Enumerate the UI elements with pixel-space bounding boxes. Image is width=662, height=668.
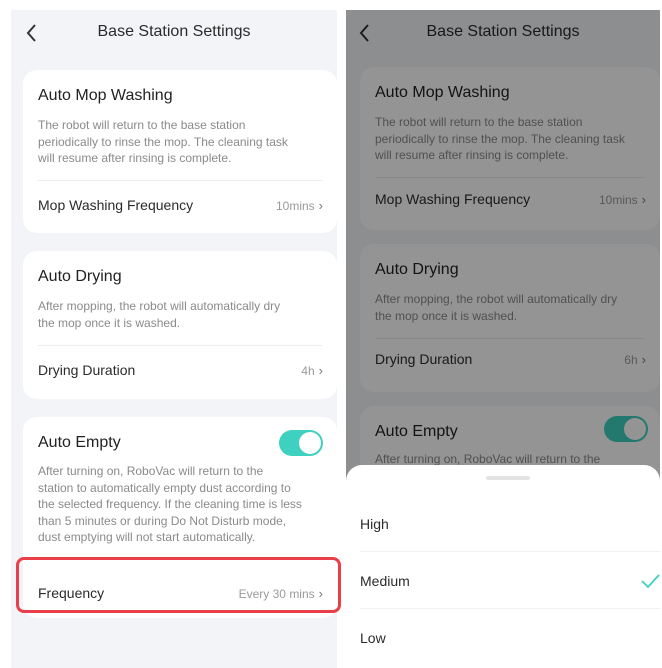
option-low[interactable]: Low: [346, 609, 660, 666]
mop-washing-frequency-label[interactable]: Mop Washing Frequency: [38, 197, 193, 213]
option-high[interactable]: High: [346, 495, 660, 552]
chevron-right-icon: ›: [318, 363, 323, 378]
divider: [38, 345, 322, 346]
chevron-right-icon: ›: [318, 198, 323, 213]
auto-mop-washing-description: The robot will return to the base statio…: [38, 118, 288, 165]
nav-bar: Base Station Settings: [11, 10, 337, 56]
auto-drying-card: Auto Drying After mopping, the robot wil…: [23, 251, 337, 399]
auto-drying-description: After mopping, the robot will automatica…: [38, 299, 281, 330]
page-title: Base Station Settings: [97, 23, 251, 40]
auto-empty-toggle[interactable]: [279, 430, 323, 456]
auto-empty-description: After turning on, RoboVac will return to…: [38, 464, 302, 544]
mop-washing-frequency-value[interactable]: 10mins ›: [276, 198, 323, 213]
option-medium[interactable]: Medium: [346, 552, 660, 609]
auto-drying-title: Auto Drying: [38, 268, 122, 285]
check-icon: [641, 573, 660, 588]
sheet-grabber[interactable]: [486, 476, 530, 480]
auto-empty-title: Auto Empty: [38, 434, 121, 451]
auto-mop-washing-card: Auto Mop Washing The robot will return t…: [23, 70, 337, 233]
drying-duration-value[interactable]: 4h ›: [301, 363, 323, 378]
divider: [38, 180, 322, 181]
right-screen: Base Station Settings Auto Mop Washing T…: [346, 10, 660, 668]
toggle-knob: [299, 432, 321, 454]
drying-duration-label[interactable]: Drying Duration: [38, 362, 135, 378]
frequency-highlight-box: [16, 557, 341, 613]
auto-mop-washing-title: Auto Mop Washing: [38, 87, 173, 104]
frequency-bottom-sheet: High Medium Low: [346, 465, 660, 668]
